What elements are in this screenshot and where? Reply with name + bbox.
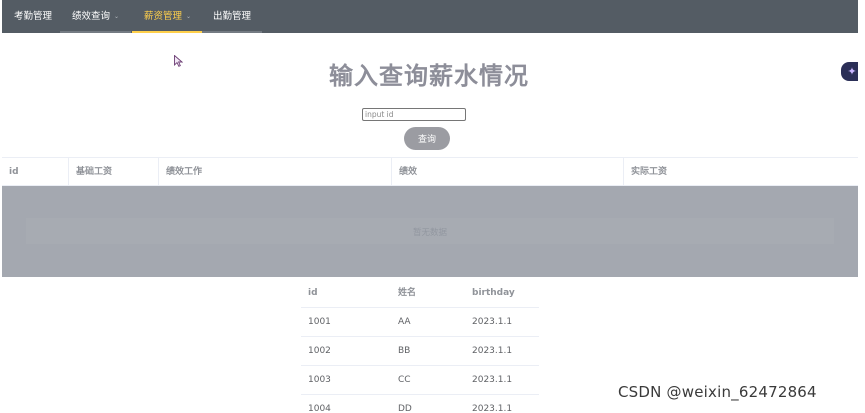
- column-header-id[interactable]: id: [2, 158, 69, 186]
- table-row[interactable]: 1004 DD 2023.1.1: [301, 395, 539, 413]
- table-row[interactable]: 1003 CC 2023.1.1: [301, 366, 539, 395]
- table-header: id 基础工资 绩效工作 绩效 实际工资: [2, 157, 858, 186]
- search-input[interactable]: [362, 108, 466, 121]
- nav-item-label: 考勤管理: [14, 11, 53, 22]
- column-header-actual-salary[interactable]: 实际工资: [624, 158, 858, 186]
- column-header-name[interactable]: 姓名: [391, 279, 465, 307]
- watermark-text: CSDN @weixin_62472864: [618, 383, 817, 401]
- cell-id: 1002: [308, 346, 331, 356]
- table-empty-state: 暂无数据: [2, 186, 858, 277]
- app-page: 考勤管理 绩效查询⌄ 薪资管理⌄ 出勤管理 ✦ 输入查询薪水情况 查询 id 基…: [0, 0, 865, 413]
- cell-id: 1001: [308, 317, 331, 327]
- nav-item-performance[interactable]: 绩效查询 ⌄: [60, 0, 132, 33]
- search-button[interactable]: 查询: [404, 127, 450, 150]
- cell-birthday: 2023.1.1: [472, 404, 513, 413]
- cell-birthday: 2023.1.1: [472, 375, 513, 385]
- cell-name: CC: [398, 375, 411, 385]
- page-title: 输入查询薪水情况: [329, 62, 529, 90]
- top-navbar: 考勤管理 绩效查询 ⌄ 薪资管理 ⌄ 出勤管理: [2, 0, 858, 33]
- cell-birthday: 2023.1.1: [472, 317, 513, 327]
- chevron-down-icon: ⌄: [186, 13, 192, 20]
- nav-item-attendance[interactable]: 考勤管理: [14, 0, 52, 33]
- table-row[interactable]: 1002 BB 2023.1.1: [301, 337, 539, 366]
- nav-item-label: 绩效查询: [72, 11, 111, 22]
- column-header-base-salary[interactable]: 基础工资: [69, 158, 159, 186]
- cell-name: DD: [398, 404, 412, 413]
- table-row[interactable]: 1001 AA 2023.1.1: [301, 308, 539, 337]
- window-edge: [858, 0, 865, 413]
- column-header-performance-work[interactable]: 绩效工作: [159, 158, 392, 186]
- cell-id: 1003: [308, 375, 331, 385]
- nav-item-label: 出勤管理: [213, 11, 252, 22]
- cell-id: 1004: [308, 404, 331, 413]
- nav-item-presence[interactable]: 出勤管理: [202, 0, 263, 33]
- salary-table: id 基础工资 绩效工作 绩效 实际工资 暂无数据: [2, 157, 858, 277]
- nav-item-label: 薪资管理: [144, 11, 183, 22]
- empty-state-text: 暂无数据: [412, 228, 447, 238]
- column-header-birthday[interactable]: birthday: [465, 279, 539, 307]
- person-table: id 姓名 birthday 1001 AA 2023.1.1 1002 BB …: [301, 279, 539, 413]
- column-header-performance[interactable]: 绩效: [392, 158, 624, 186]
- chevron-down-icon: ⌄: [114, 13, 120, 20]
- cell-birthday: 2023.1.1: [472, 346, 513, 356]
- column-header-id[interactable]: id: [301, 279, 391, 307]
- table-header: id 姓名 birthday: [301, 279, 539, 308]
- nav-item-salary[interactable]: 薪资管理 ⌄: [132, 0, 204, 33]
- cell-name: AA: [398, 317, 411, 327]
- cell-name: BB: [398, 346, 411, 356]
